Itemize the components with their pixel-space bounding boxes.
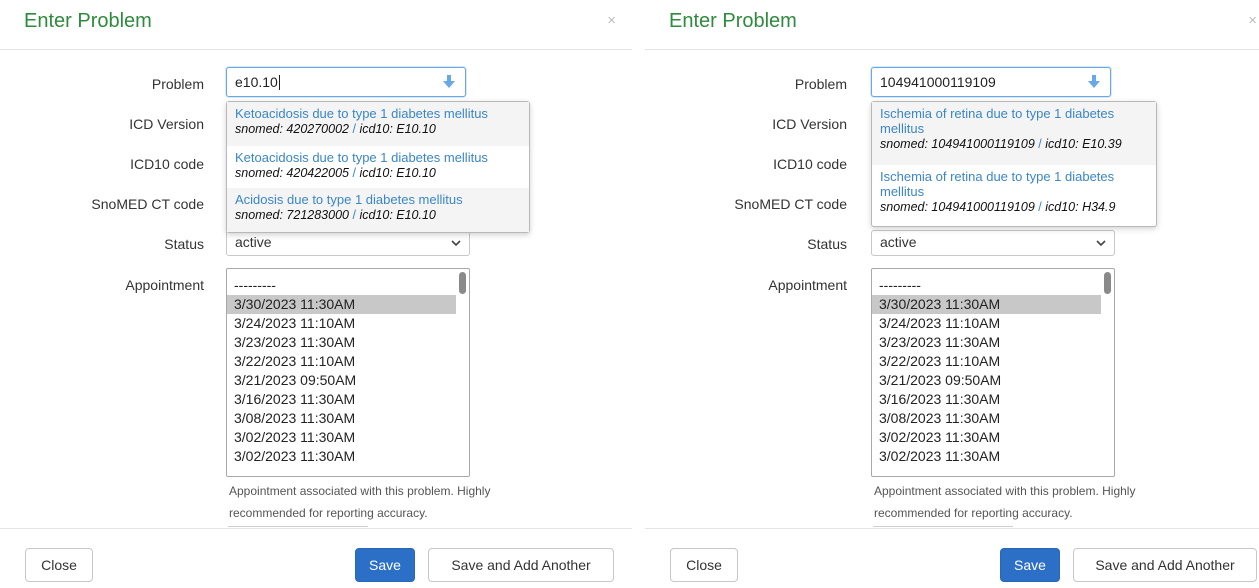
status-select[interactable]: active (871, 230, 1115, 256)
appointment-option[interactable]: --------- (872, 276, 1101, 295)
suggestion-item[interactable]: Ketoacidosis due to type 1 diabetes mell… (227, 102, 529, 146)
appointment-option[interactable]: 3/22/2023 11:10AM (872, 352, 1101, 371)
problem-label: Problem (794, 76, 847, 92)
problem-input[interactable]: 104941000119109 (871, 67, 1111, 97)
appointment-option[interactable]: 3/16/2023 11:30AM (872, 390, 1101, 409)
suggestion-codes: snomed: 420270002 / icd10: E10.10 (235, 122, 436, 136)
appointment-option[interactable]: 3/21/2023 09:50AM (227, 371, 456, 390)
modal-title: Enter Problem (669, 10, 797, 32)
listbox-scrollbar[interactable] (1104, 272, 1111, 294)
problem-suggestions-dropdown: Ketoacidosis due to type 1 diabetes mell… (226, 101, 530, 233)
icd-version-label: ICD Version (129, 116, 204, 132)
status-value: active (880, 234, 917, 250)
suggestion-item[interactable]: Ketoacidosis due to type 1 diabetes mell… (227, 146, 529, 188)
appointment-help-text: Appointment associated with this problem… (229, 484, 491, 520)
appointment-option[interactable]: 3/02/2023 11:30AM (227, 447, 456, 466)
appointment-option-selected[interactable]: 3/30/2023 11:30AM (872, 295, 1101, 314)
appointment-option[interactable]: 3/23/2023 11:30AM (872, 333, 1101, 352)
appointment-option[interactable]: 3/02/2023 11:30AM (872, 447, 1101, 466)
suggestion-codes: snomed: 721283000 / icd10: E10.10 (235, 208, 436, 222)
appointment-label: Appointment (125, 277, 204, 293)
suggestion-title: Ketoacidosis due to type 1 diabetes mell… (235, 150, 488, 165)
modal-footer: Close Save Save and Add Another (0, 528, 632, 588)
enter-problem-modal-left: Enter Problem × Problem e10.10 ICD Versi… (0, 0, 632, 588)
icd10-code-label: ICD10 code (130, 156, 204, 172)
status-select[interactable]: active (226, 230, 470, 256)
appointment-option[interactable]: 3/24/2023 11:10AM (872, 314, 1101, 333)
listbox-scrollbar[interactable] (459, 272, 466, 294)
appointment-option[interactable]: --------- (227, 276, 456, 295)
appointment-option[interactable]: 3/24/2023 11:10AM (227, 314, 456, 333)
icd-version-label: ICD Version (772, 116, 847, 132)
divider (873, 526, 1013, 527)
snomed-code-label: SnoMED CT code (734, 196, 847, 212)
appointment-listbox[interactable]: --------- 3/30/2023 11:30AM 3/24/2023 11… (226, 268, 470, 477)
suggestion-item[interactable]: Ischemia of retina due to type 1 diabete… (872, 165, 1156, 226)
arrow-down-icon[interactable] (443, 75, 455, 89)
appointment-option[interactable]: 3/23/2023 11:30AM (227, 333, 456, 352)
problem-input-value: 104941000119109 (880, 74, 996, 90)
problem-suggestions-dropdown: Ischemia of retina due to type 1 diabete… (871, 101, 1157, 227)
status-value: active (235, 234, 272, 250)
problem-input[interactable]: e10.10 (226, 67, 466, 97)
save-and-add-another-button[interactable]: Save and Add Another (1073, 548, 1257, 582)
appointment-option[interactable]: 3/02/2023 11:30AM (227, 428, 456, 447)
modal-header: Enter Problem × (0, 0, 632, 50)
close-icon[interactable]: × (607, 12, 616, 29)
suggestion-title: Ischemia of retina due to type 1 diabete… (880, 106, 1115, 136)
suggestion-codes: snomed: 104941000119109 / icd10: H34.9 (880, 200, 1116, 214)
text-cursor (278, 75, 280, 90)
appointment-option[interactable]: 3/08/2023 11:30AM (872, 409, 1101, 428)
icd10-code-label: ICD10 code (773, 156, 847, 172)
problem-label: Problem (151, 76, 204, 92)
snomed-code-label: SnoMED CT code (91, 196, 204, 212)
suggestion-item[interactable]: Ischemia of retina due to type 1 diabete… (872, 102, 1156, 165)
save-and-add-another-button[interactable]: Save and Add Another (428, 548, 614, 582)
close-icon[interactable]: × (1248, 12, 1257, 29)
status-label: Status (807, 236, 847, 252)
close-button[interactable]: Close (25, 548, 93, 582)
suggestion-title: Acidosis due to type 1 diabetes mellitus (235, 192, 463, 207)
appointment-listbox[interactable]: --------- 3/30/2023 11:30AM 3/24/2023 11… (871, 268, 1115, 477)
chevron-down-icon (1096, 240, 1106, 247)
appointment-label: Appointment (768, 277, 847, 293)
appointment-option[interactable]: 3/22/2023 11:10AM (227, 352, 456, 371)
enter-problem-modal-right: Enter Problem × Problem 104941000119109 … (645, 0, 1259, 588)
suggestion-codes: snomed: 420422005 / icd10: E10.10 (235, 166, 436, 180)
appointment-option[interactable]: 3/02/2023 11:30AM (872, 428, 1101, 447)
suggestion-item[interactable]: Acidosis due to type 1 diabetes mellitus… (227, 188, 529, 232)
arrow-down-icon[interactable] (1088, 75, 1100, 89)
appointment-option[interactable]: 3/08/2023 11:30AM (227, 409, 456, 428)
appointment-option-selected[interactable]: 3/30/2023 11:30AM (227, 295, 456, 314)
status-label: Status (164, 236, 204, 252)
problem-input-value: e10.10 (235, 74, 278, 90)
appointment-option[interactable]: 3/16/2023 11:30AM (227, 390, 456, 409)
suggestion-title: Ketoacidosis due to type 1 diabetes mell… (235, 106, 488, 121)
divider (228, 526, 368, 527)
close-button[interactable]: Close (670, 548, 738, 582)
appointment-help-text: Appointment associated with this problem… (874, 484, 1136, 520)
save-button[interactable]: Save (355, 548, 415, 582)
chevron-down-icon (451, 240, 461, 247)
suggestion-codes: snomed: 104941000119109 / icd10: E10.39 (880, 137, 1122, 151)
appointment-option[interactable]: 3/21/2023 09:50AM (872, 371, 1101, 390)
modal-title: Enter Problem (24, 10, 152, 32)
modal-footer: Close Save Save and Add Another (645, 528, 1259, 588)
suggestion-title: Ischemia of retina due to type 1 diabete… (880, 169, 1115, 199)
modal-header: Enter Problem × (645, 0, 1259, 50)
save-button[interactable]: Save (1000, 548, 1060, 582)
